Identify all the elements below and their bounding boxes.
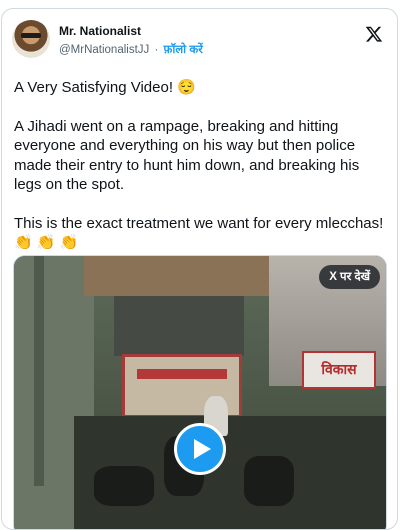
tweet-line-3: This is the exact treatment we want for … — [14, 214, 384, 232]
tweet-card[interactable]: Mr. Nationalist @MrNationalistJJ · फ़ॉलो… — [1, 8, 398, 530]
video-thumbnail[interactable]: विकास X पर देखें — [13, 255, 387, 529]
scene-shop-sign-right: विकास — [302, 351, 376, 389]
tweet-paragraph-3: This is the exact treatment we want for … — [14, 214, 386, 253]
scene-bike — [244, 456, 294, 506]
separator-dot: · — [154, 44, 159, 56]
avatar[interactable] — [12, 20, 50, 58]
handle-row: @MrNationalistJJ · फ़ॉलो करें — [59, 42, 203, 57]
scene-sign-band — [137, 369, 227, 379]
view-on-x-button[interactable]: X पर देखें — [319, 265, 380, 289]
play-button[interactable] — [174, 423, 226, 475]
tweet-line-1: A Very Satisfying Video! — [14, 79, 173, 96]
scene-stall — [114, 296, 244, 356]
play-icon — [194, 439, 211, 459]
scene-awning — [84, 256, 274, 296]
tweet-paragraph-1: A Very Satisfying Video! 😌 — [14, 78, 386, 98]
clap-emojis: 👏 👏 👏 — [14, 234, 79, 251]
scene-bike — [94, 466, 154, 506]
video-scene: विकास — [14, 256, 386, 529]
x-logo-icon[interactable] — [365, 25, 383, 43]
tweet-paragraph-2: A Jihadi went on a rampage, breaking and… — [14, 117, 360, 194]
author-name[interactable]: Mr. Nationalist — [59, 24, 141, 38]
relieved-emoji: 😌 — [177, 79, 196, 96]
scene-pole — [34, 256, 44, 486]
avatar-glasses — [21, 33, 41, 38]
author-handle[interactable]: @MrNationalistJJ — [59, 44, 149, 56]
follow-button[interactable]: फ़ॉलो करें — [164, 44, 203, 56]
tweet-text: A Very Satisfying Video! 😌 A Jihadi went… — [14, 78, 386, 272]
